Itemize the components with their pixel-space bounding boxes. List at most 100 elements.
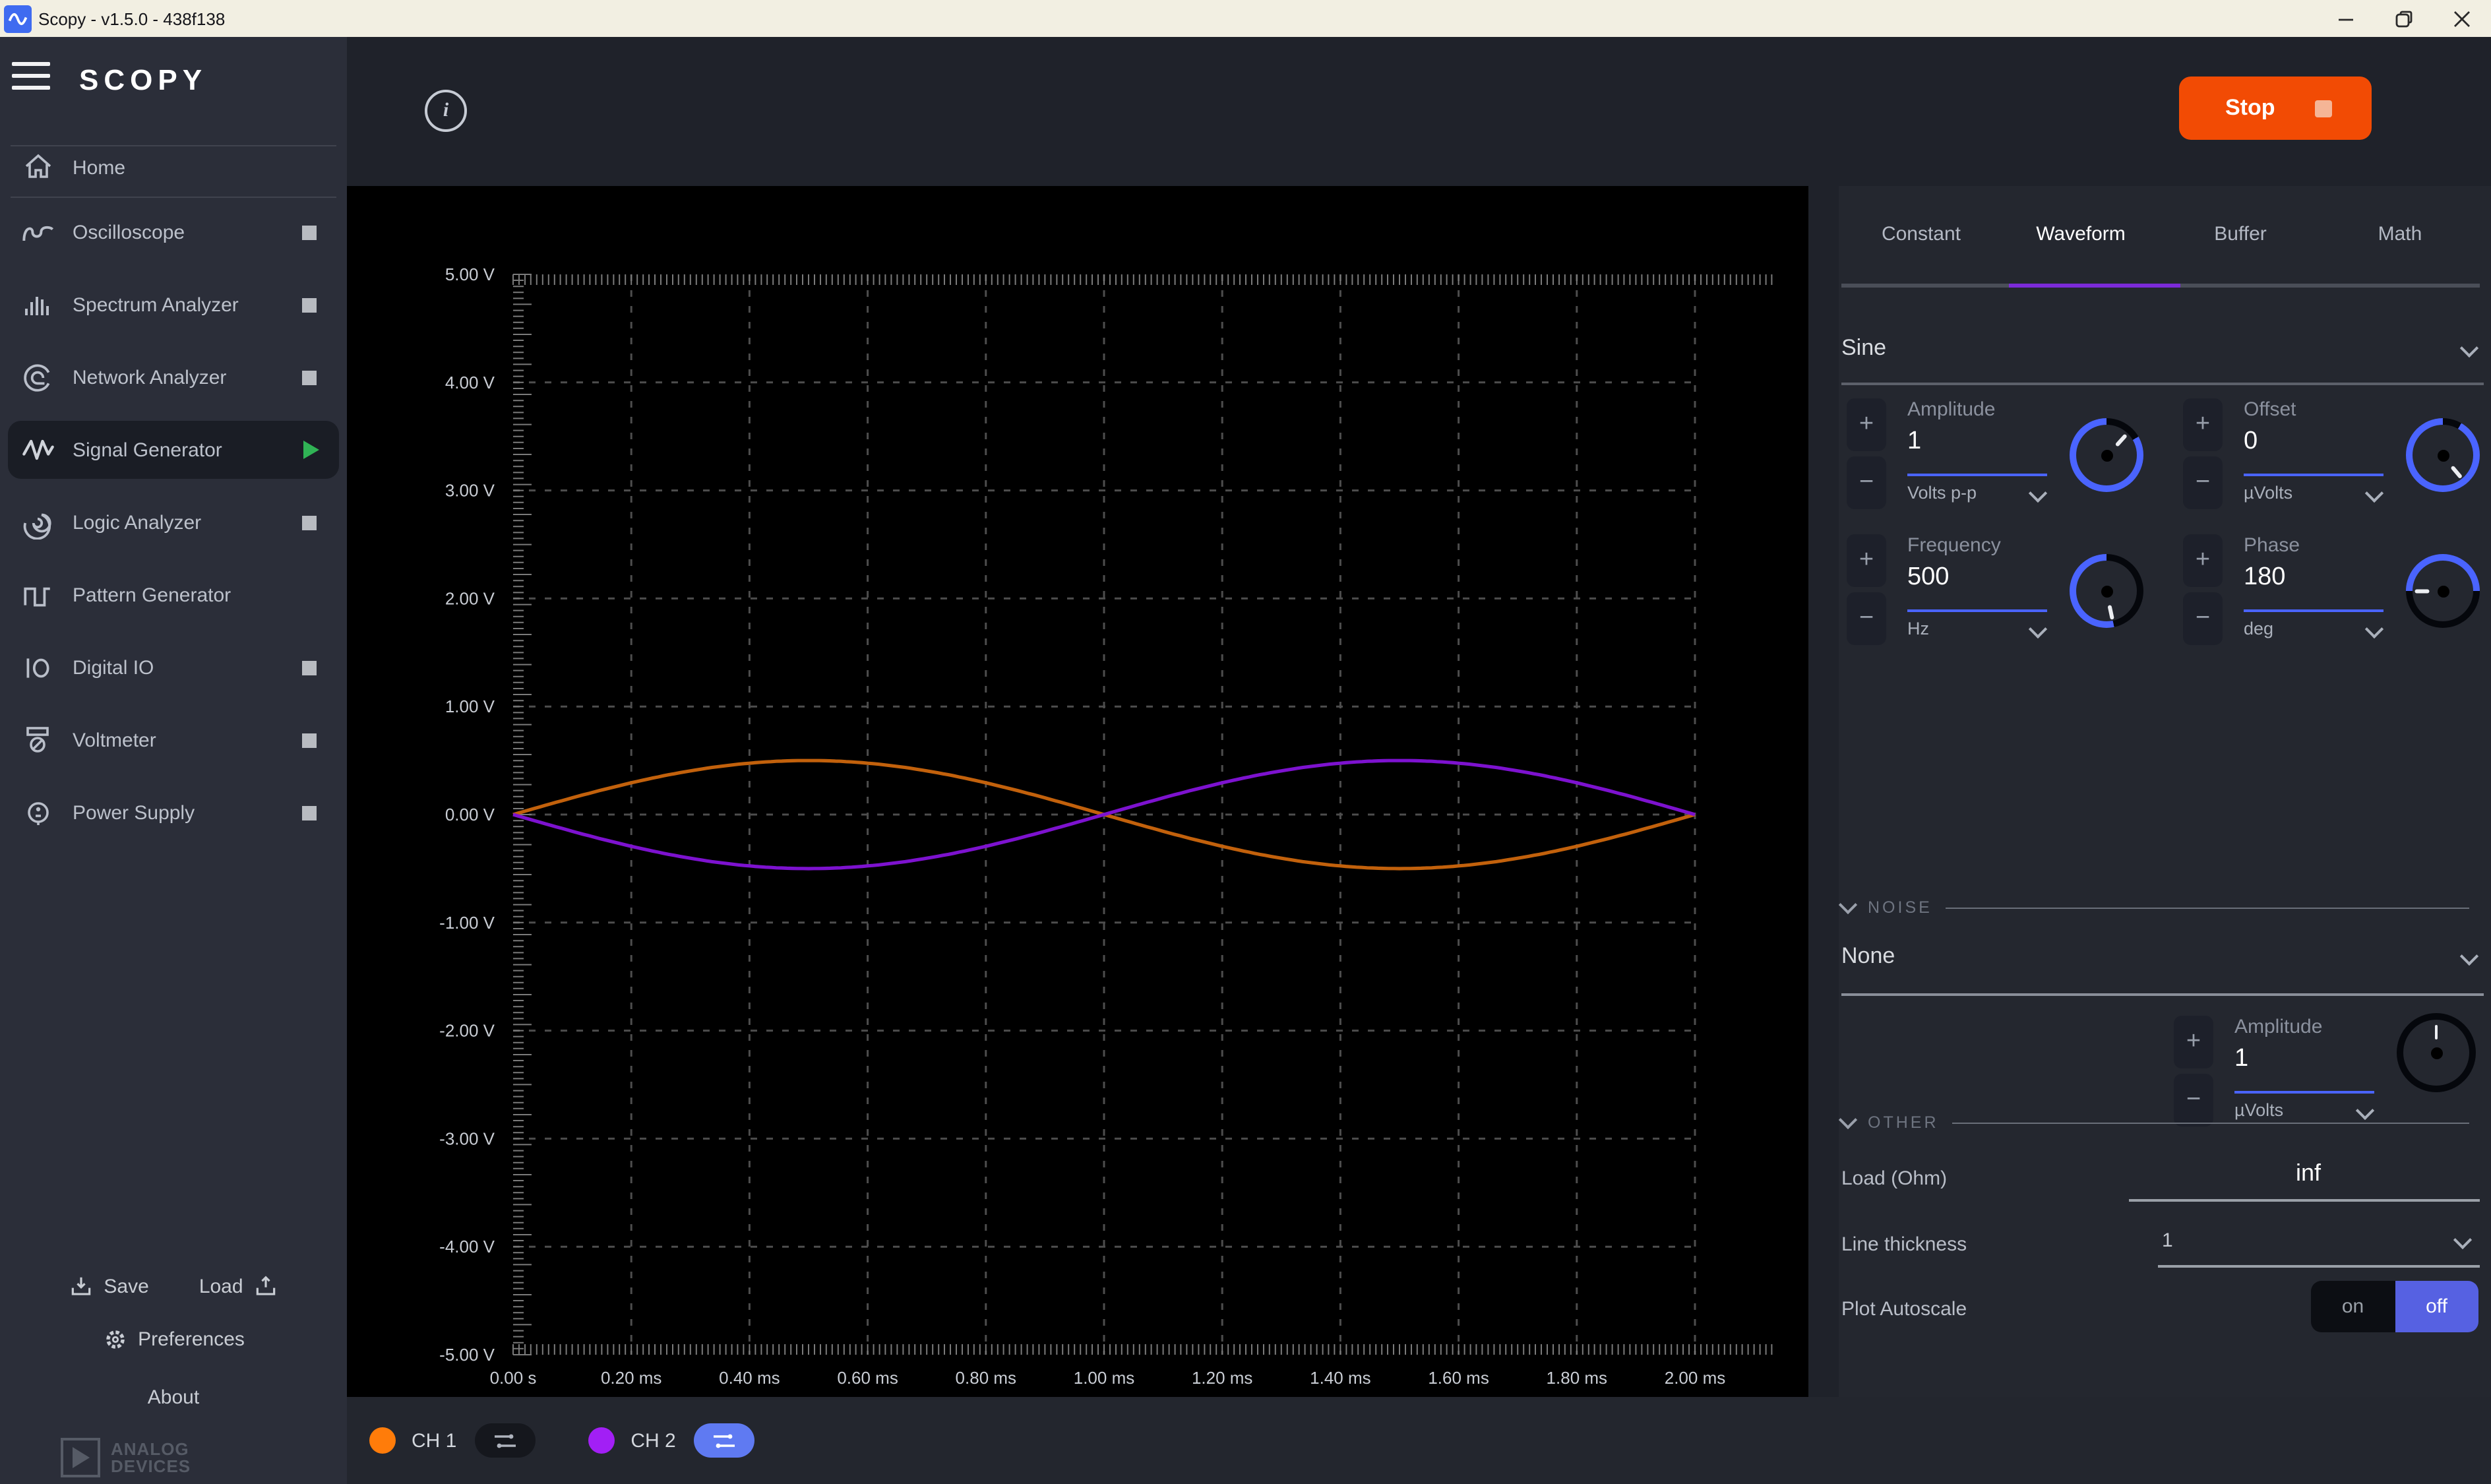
noise-section-header[interactable]: NOISE [1841, 898, 2480, 917]
running-indicator [303, 441, 319, 459]
amplitude-unit-dropdown[interactable]: Volts p-p [1907, 483, 2052, 503]
offset-value[interactable]: 0 [2244, 427, 2258, 456]
tab-constant[interactable]: Constant [1841, 223, 2001, 245]
channel-bar: CH 1 CH 2 [347, 1397, 2491, 1484]
waveform-chart: 5.00 V4.00 V3.00 V2.00 V1.00 V0.00 V-1.0… [347, 186, 1808, 1397]
logic-analyzer-icon [20, 505, 55, 540]
phase-decrement-button[interactable]: − [2183, 592, 2223, 645]
svg-text:1.00 ms: 1.00 ms [1074, 1368, 1135, 1388]
line-thickness-value[interactable]: 1 [2162, 1229, 2173, 1252]
menu-toggle-icon[interactable] [12, 62, 50, 90]
title-bar: Scopy - v1.5.0 - 438f138 [0, 0, 2491, 37]
chevron-down-icon [2459, 947, 2478, 966]
stopped-indicator [302, 225, 317, 239]
save-button[interactable]: Save [68, 1274, 148, 1299]
load-upload-icon [254, 1274, 279, 1299]
svg-text:-2.00 V: -2.00 V [439, 1021, 495, 1041]
amplitude-increment-button[interactable]: + [1847, 398, 1886, 451]
sidebar-item-pattern-generator[interactable]: Pattern Generator [8, 566, 339, 624]
chevron-down-icon [2029, 619, 2047, 638]
sidebar-item-network-analyzer[interactable]: Network Analyzer [8, 348, 339, 406]
autoscale-off-option[interactable]: off [2395, 1281, 2478, 1332]
sidebar: SCOPY Home Oscilloscope Spectrum Analyze… [0, 37, 347, 1484]
stopped-indicator [302, 805, 317, 820]
settings-panel: Constant Waveform Buffer Math Sine + − A… [1839, 186, 2491, 1397]
svg-text:-1.00 V: -1.00 V [439, 913, 495, 933]
noise-type-dropdown[interactable]: None [1841, 943, 2483, 970]
frequency-decrement-button[interactable]: − [1847, 592, 1886, 645]
phase-value[interactable]: 180 [2244, 563, 2285, 592]
collapse-chevron-icon [1839, 896, 1857, 914]
sidebar-item-logic-analyzer[interactable]: Logic Analyzer [8, 493, 339, 551]
tab-underline-active [2009, 284, 2180, 288]
chevron-down-icon[interactable] [2453, 1231, 2472, 1249]
amplitude-knob[interactable] [2070, 418, 2143, 492]
offset-unit-dropdown[interactable]: µVolts [2244, 483, 2389, 503]
frequency-increment-button[interactable]: + [1847, 534, 1886, 587]
sidebar-item-voltmeter[interactable]: Voltmeter [8, 711, 339, 769]
offset-increment-button[interactable]: + [2183, 398, 2223, 451]
phase-knob[interactable] [2406, 554, 2480, 628]
load-button[interactable]: Load [199, 1274, 279, 1299]
divider [1841, 383, 2483, 385]
frequency-value[interactable]: 500 [1907, 563, 1949, 592]
svg-text:1.60 ms: 1.60 ms [1428, 1368, 1489, 1388]
plot-autoscale-toggle[interactable]: on off [2311, 1281, 2478, 1332]
sidebar-item-home[interactable]: Home [8, 139, 339, 197]
frequency-unit-dropdown[interactable]: Hz [1907, 619, 2052, 638]
autoscale-on-option[interactable]: on [2311, 1281, 2395, 1332]
offset-knob[interactable] [2406, 418, 2480, 492]
signal-plot[interactable]: 5.00 V4.00 V3.00 V2.00 V1.00 V0.00 V-1.0… [347, 186, 1808, 1397]
svg-text:-5.00 V: -5.00 V [439, 1345, 495, 1365]
phase-increment-button[interactable]: + [2183, 534, 2223, 587]
sidebar-item-power-supply[interactable]: Power Supply [8, 784, 339, 842]
frequency-knob[interactable] [2070, 554, 2143, 628]
noise-amplitude-value[interactable]: 1 [2234, 1045, 2248, 1074]
svg-text:1.00 V: 1.00 V [445, 696, 495, 716]
scopy-logo: SCOPY [79, 63, 207, 98]
svg-text:0.40 ms: 0.40 ms [719, 1368, 780, 1388]
divider [1841, 993, 2483, 995]
svg-text:2.00 V: 2.00 V [445, 588, 495, 608]
ch2-settings-button[interactable] [694, 1423, 755, 1458]
minimize-button[interactable] [2317, 0, 2375, 37]
preferences-button[interactable]: Preferences [0, 1327, 347, 1352]
svg-text:0.60 ms: 0.60 ms [837, 1368, 898, 1388]
tab-buffer[interactable]: Buffer [2161, 223, 2320, 245]
svg-text:0.00 s: 0.00 s [490, 1368, 537, 1388]
network-analyzer-icon [20, 359, 55, 395]
sidebar-item-spectrum-analyzer[interactable]: Spectrum Analyzer [8, 276, 339, 334]
waveform-type-dropdown[interactable]: Sine [1841, 335, 2483, 361]
tab-waveform[interactable]: Waveform [2001, 223, 2161, 245]
close-button[interactable] [2433, 0, 2491, 37]
svg-text:1.20 ms: 1.20 ms [1192, 1368, 1253, 1388]
about-button[interactable]: About [0, 1386, 347, 1409]
load-ohm-input[interactable]: inf [2129, 1159, 2488, 1187]
power-supply-icon [20, 795, 55, 830]
chevron-down-icon [2029, 483, 2047, 502]
analog-devices-logo: ANALOGDEVICES [61, 1438, 191, 1477]
restore-button[interactable] [2375, 0, 2433, 37]
ch1-settings-button[interactable] [475, 1423, 536, 1458]
amplitude-value[interactable]: 1 [1907, 427, 1921, 456]
collapse-chevron-icon [1839, 1111, 1857, 1129]
run-stop-button[interactable]: Stop [2179, 77, 2372, 140]
phase-control: + − Phase 180 deg [2183, 534, 2491, 660]
info-icon[interactable]: i [425, 90, 467, 132]
ch1-label[interactable]: CH 1 [412, 1429, 456, 1452]
amplitude-decrement-button[interactable]: − [1847, 456, 1886, 509]
other-section-header[interactable]: OTHER [1841, 1113, 2480, 1132]
noise-amplitude-increment-button[interactable]: + [2174, 1016, 2213, 1068]
chevron-down-icon [2365, 619, 2383, 638]
load-ohm-label: Load (Ohm) [1841, 1167, 1947, 1190]
noise-amplitude-knob[interactable] [2397, 1013, 2476, 1092]
svg-text:4.00 V: 4.00 V [445, 373, 495, 392]
phase-unit-dropdown[interactable]: deg [2244, 619, 2389, 638]
offset-decrement-button[interactable]: − [2183, 456, 2223, 509]
tab-math[interactable]: Math [2320, 223, 2480, 245]
ch2-label[interactable]: CH 2 [630, 1429, 675, 1452]
sidebar-item-oscilloscope[interactable]: Oscilloscope [8, 203, 339, 261]
sidebar-item-signal-generator[interactable]: Signal Generator [8, 421, 339, 479]
sidebar-item-digital-io[interactable]: Digital IO [8, 638, 339, 696]
sine-wave-icon [8, 9, 28, 28]
